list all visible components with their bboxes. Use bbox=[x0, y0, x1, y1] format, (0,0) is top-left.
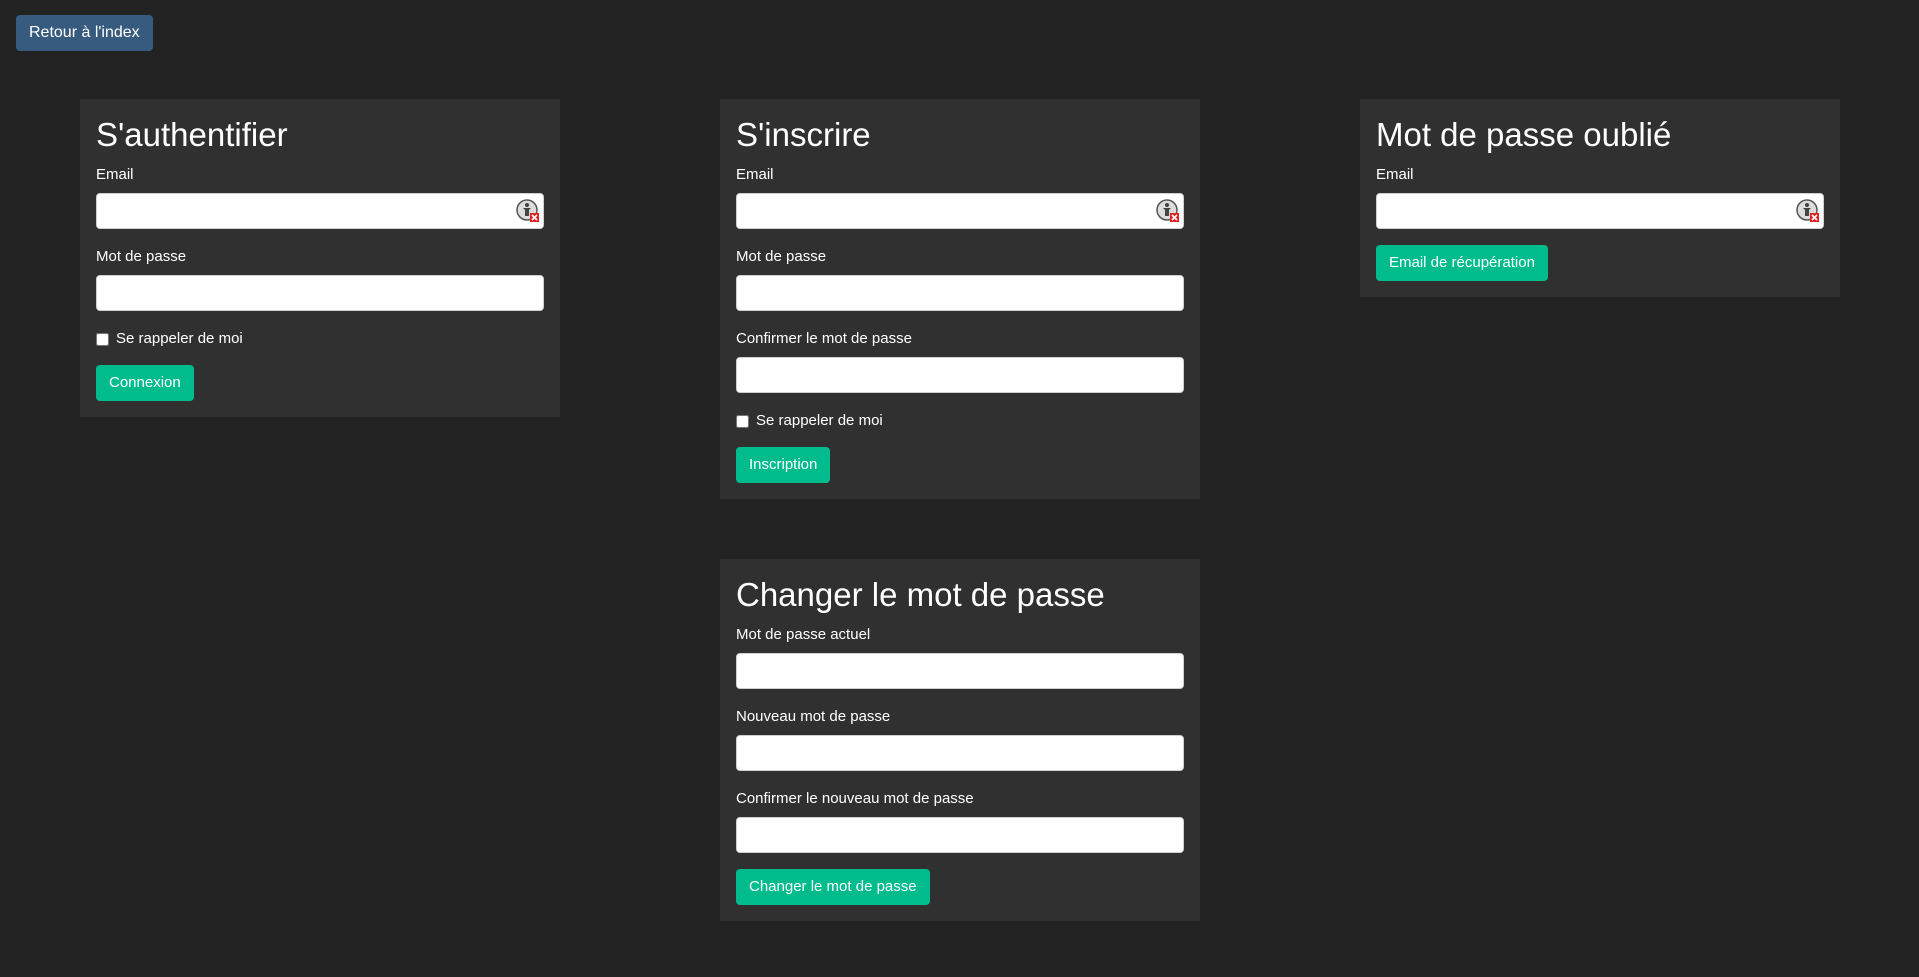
login-remember-label[interactable]: Se rappeler de moi bbox=[116, 329, 243, 349]
change-new-input[interactable] bbox=[736, 735, 1184, 771]
login-email-wrapper bbox=[96, 193, 544, 229]
password-manager-icon[interactable] bbox=[516, 199, 540, 223]
forgot-email-wrapper bbox=[1376, 193, 1824, 229]
password-manager-icon[interactable] bbox=[1796, 199, 1820, 223]
change-current-wrapper bbox=[736, 653, 1184, 689]
forgot-email-label: Email bbox=[1376, 166, 1414, 183]
register-password-wrapper bbox=[736, 275, 1184, 311]
change-new-label: Nouveau mot de passe bbox=[736, 708, 891, 725]
register-confirm-label: Confirmer le mot de passe bbox=[736, 330, 912, 347]
register-password-input[interactable] bbox=[736, 275, 1184, 311]
change-submit-button[interactable]: Changer le mot de passe bbox=[736, 869, 930, 905]
login-email-input[interactable] bbox=[96, 193, 544, 229]
login-password-input[interactable] bbox=[96, 275, 544, 311]
change-title: Changer le mot de passe bbox=[736, 576, 1105, 613]
back-to-index-button[interactable]: Retour à l'index bbox=[16, 15, 153, 51]
register-password-label: Mot de passe bbox=[736, 248, 827, 265]
change-confirm-wrapper bbox=[736, 817, 1184, 853]
login-submit-button[interactable]: Connexion bbox=[96, 365, 194, 401]
login-remember-checkbox[interactable] bbox=[96, 332, 109, 346]
register-title: S'inscrire bbox=[736, 116, 871, 153]
register-remember-label[interactable]: Se rappeler de moi bbox=[756, 411, 883, 431]
login-password-wrapper bbox=[96, 275, 544, 311]
login-panel: S'authentifier Email Mot de passe Se rap… bbox=[80, 99, 560, 417]
register-email-wrapper bbox=[736, 193, 1184, 229]
change-current-label: Mot de passe actuel bbox=[736, 626, 871, 643]
forgot-email-input[interactable] bbox=[1376, 193, 1824, 229]
register-email-label: Email bbox=[736, 166, 774, 183]
register-email-input[interactable] bbox=[736, 193, 1184, 229]
register-submit-button[interactable]: Inscription bbox=[736, 447, 831, 483]
login-email-label: Email bbox=[96, 166, 134, 183]
change-password-panel: Changer le mot de passe Mot de passe act… bbox=[720, 559, 1200, 921]
register-confirm-wrapper bbox=[736, 357, 1184, 393]
forgot-password-panel: Mot de passe oublié Email Email de récup… bbox=[1360, 99, 1840, 297]
register-confirm-input[interactable] bbox=[736, 357, 1184, 393]
register-remember-checkbox[interactable] bbox=[736, 414, 749, 428]
change-new-wrapper bbox=[736, 735, 1184, 771]
change-confirm-label: Confirmer le nouveau mot de passe bbox=[736, 790, 974, 807]
login-title: S'authentifier bbox=[96, 116, 288, 153]
login-remember-row: Se rappeler de moi bbox=[96, 329, 544, 349]
login-password-label: Mot de passe bbox=[96, 248, 187, 265]
change-current-input[interactable] bbox=[736, 653, 1184, 689]
forgot-title: Mot de passe oublié bbox=[1376, 116, 1672, 153]
register-panel: S'inscrire Email Mot de passe Confirmer … bbox=[720, 99, 1200, 499]
register-remember-row: Se rappeler de moi bbox=[736, 411, 1184, 431]
change-confirm-input[interactable] bbox=[736, 817, 1184, 853]
password-manager-icon[interactable] bbox=[1156, 199, 1180, 223]
forgot-submit-button[interactable]: Email de récupération bbox=[1376, 245, 1548, 281]
